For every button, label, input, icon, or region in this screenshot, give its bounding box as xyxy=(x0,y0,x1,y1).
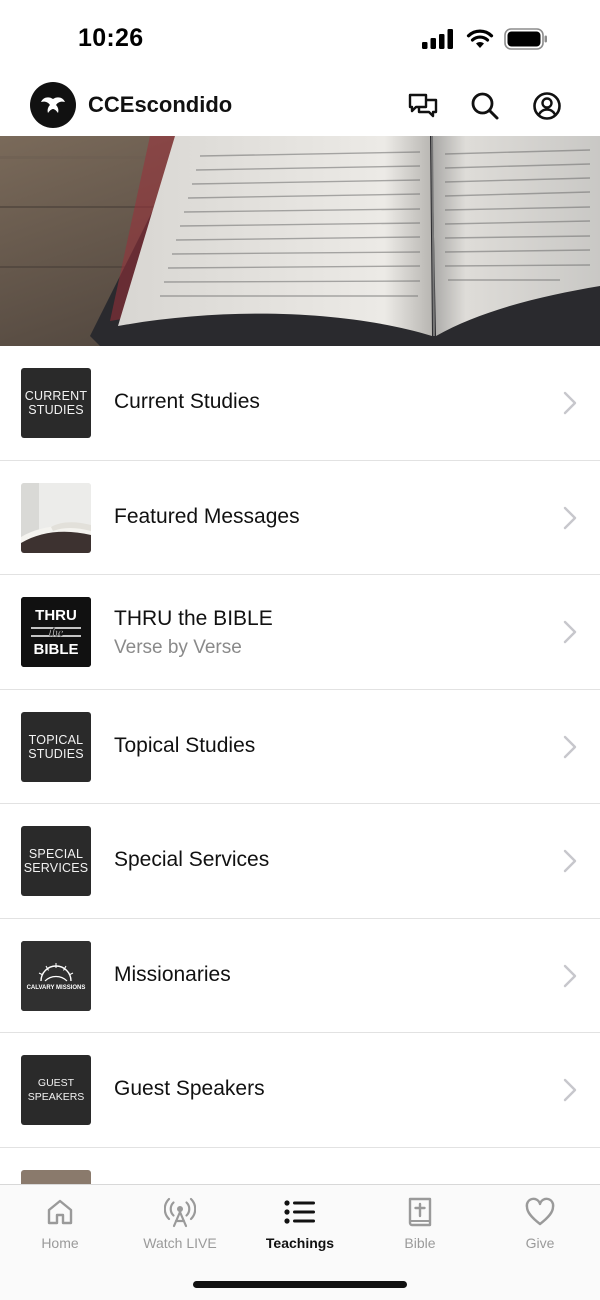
status-bar: 10:26 xyxy=(0,0,600,76)
item-title: THRU the BIBLE xyxy=(114,607,273,630)
guest-speakers-thumbnail: GUEST SPEAKERS xyxy=(21,1055,91,1125)
teachings-list: CURRENT STUDIES Current Studies Featured… xyxy=(0,346,600,1184)
list-item-current-studies[interactable]: CURRENT STUDIES Current Studies xyxy=(0,346,600,461)
item-title: Featured Messages xyxy=(114,504,300,528)
item-title: Current Studies xyxy=(114,390,260,413)
chevron-right-icon xyxy=(563,391,577,415)
bible-icon xyxy=(403,1195,437,1229)
account-icon[interactable] xyxy=(530,89,564,123)
chevron-right-icon xyxy=(563,849,577,873)
featured-messages-thumbnail xyxy=(21,482,91,553)
svg-text:THRU: THRU xyxy=(35,607,77,624)
topical-studies-thumbnail: TOPICAL STUDIES xyxy=(21,711,91,782)
svg-text:BIBLE: BIBLE xyxy=(34,641,79,658)
calvary-missions-logo: CALVARY MISSIONS xyxy=(21,940,91,1011)
thumbnail-text: GUEST SPEAKERS xyxy=(27,1077,85,1103)
home-indicator[interactable] xyxy=(193,1281,407,1288)
item-title: Missionaries xyxy=(114,962,231,986)
search-icon[interactable] xyxy=(468,89,502,123)
tab-teachings[interactable]: Teachings xyxy=(240,1185,360,1265)
list-item-topical-studies[interactable]: TOPICAL STUDIES Topical Studies xyxy=(0,690,600,804)
chevron-right-icon xyxy=(563,1078,577,1102)
app-title: CCEscondido xyxy=(88,92,233,117)
hero-image xyxy=(0,136,600,346)
status-icons xyxy=(422,28,548,50)
partial-thumbnail xyxy=(21,1169,91,1184)
heart-icon xyxy=(523,1195,557,1229)
chevron-right-icon xyxy=(563,620,577,644)
thumbnail-text: SPECIAL SERVICES xyxy=(23,847,89,875)
thru-the-bible-logo: THRU the BIBLE xyxy=(21,597,91,667)
tab-bible[interactable]: Bible xyxy=(360,1185,480,1265)
status-time: 10:26 xyxy=(78,24,144,52)
battery-icon xyxy=(504,28,547,50)
dove-logo-icon[interactable] xyxy=(30,82,76,128)
broadcast-icon xyxy=(163,1195,197,1229)
thru-the-bible-thumbnail: THRU the BIBLE xyxy=(21,597,91,667)
missionaries-thumbnail: CALVARY MISSIONS xyxy=(21,940,91,1011)
list-item-thru-the-bible[interactable]: THRU the BIBLE THRU the BIBLE Verse by V… xyxy=(0,575,600,690)
tab-home[interactable]: Home xyxy=(0,1185,120,1265)
tab-label: Home xyxy=(41,1235,79,1251)
item-title: Guest Speakers xyxy=(114,1077,265,1100)
special-services-thumbnail: SPECIAL SERVICES xyxy=(21,826,91,896)
wifi-icon xyxy=(466,29,494,48)
current-studies-thumbnail: CURRENT STUDIES xyxy=(21,368,91,438)
app-header: CCEscondido xyxy=(0,76,600,136)
chevron-right-icon xyxy=(563,506,577,529)
chevron-right-icon xyxy=(563,735,577,758)
tab-label: Bible xyxy=(404,1235,436,1251)
tab-label: Teachings xyxy=(265,1235,335,1251)
tab-label: Give xyxy=(525,1235,555,1251)
list-item-featured-messages[interactable]: Featured Messages xyxy=(0,461,600,575)
tab-label: Watch LIVE xyxy=(143,1235,217,1251)
item-title: Special Services xyxy=(114,848,270,871)
list-item-partial[interactable] xyxy=(0,1148,600,1184)
thumbnail-text: TOPICAL STUDIES xyxy=(28,732,84,761)
list-icon xyxy=(283,1195,317,1229)
header-actions xyxy=(406,89,564,123)
home-icon xyxy=(43,1195,77,1229)
svg-text:the: the xyxy=(49,625,64,639)
signal-icon xyxy=(422,29,453,49)
chat-icon[interactable] xyxy=(406,89,440,123)
item-subtitle: Verse by Verse xyxy=(114,637,242,658)
chevron-right-icon xyxy=(563,964,577,987)
list-item-guest-speakers[interactable]: GUEST SPEAKERS Guest Speakers xyxy=(0,1033,600,1148)
tab-give[interactable]: Give xyxy=(480,1185,600,1265)
list-item-missionaries[interactable]: CALVARY MISSIONS Missionaries xyxy=(0,919,600,1033)
tab-watch-live[interactable]: Watch LIVE xyxy=(120,1185,240,1265)
thumbnail-text: CURRENT STUDIES xyxy=(24,389,88,417)
book-photo-icon xyxy=(21,482,91,553)
item-title: Topical Studies xyxy=(114,733,256,757)
list-item-special-services[interactable]: SPECIAL SERVICES Special Services xyxy=(0,804,600,919)
svg-text:CALVARY MISSIONS: CALVARY MISSIONS xyxy=(27,985,86,991)
